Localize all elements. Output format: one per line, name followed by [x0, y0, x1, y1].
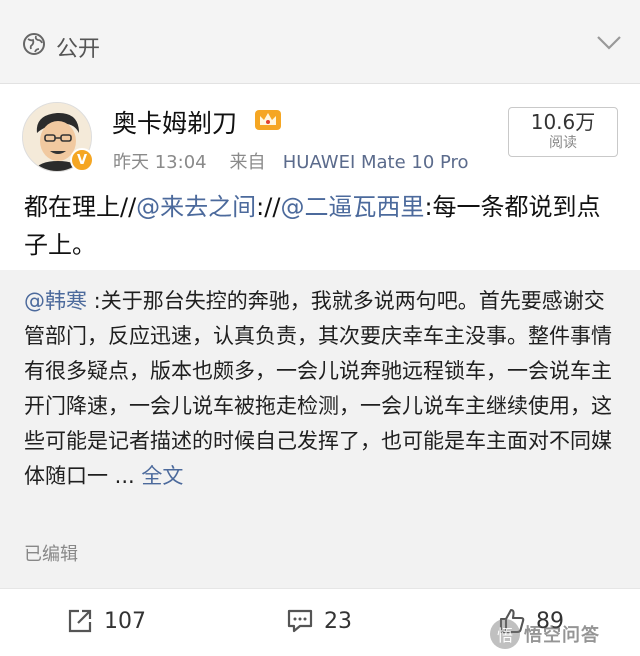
crown-icon [255, 110, 281, 130]
mention-link[interactable]: @二逼瓦西里 [280, 193, 424, 221]
views-label: 阅读 [549, 135, 577, 151]
views-counter: 10.6万 阅读 [508, 107, 618, 157]
comment-icon [287, 609, 313, 633]
globe-icon [23, 33, 45, 55]
author-name[interactable]: 奥卡姆剃刀 [112, 104, 237, 140]
watermark-text: 悟空问答 [524, 625, 600, 646]
repost-button[interactable]: 107 [66, 607, 146, 635]
post-meta: 昨天 13:04 来自 HUAWEI Mate 10 Pro [113, 148, 469, 174]
mention-link[interactable]: @来去之间 [136, 193, 256, 221]
comment-count: 23 [324, 608, 352, 634]
chevron-down-icon[interactable] [596, 34, 622, 52]
verified-badge: V [70, 148, 94, 172]
visibility-label: 公开 [56, 37, 101, 62]
post-text-part: :// [256, 193, 281, 221]
post-text-part: 都在理上// [24, 193, 137, 221]
views-count: 10.6万 [530, 110, 596, 134]
repost-icon [68, 609, 92, 633]
visibility-bar: 公开 [0, 0, 640, 84]
source-prefix: 来自 [229, 152, 266, 173]
full-text-link[interactable]: 全文 [141, 464, 183, 488]
quoted-body: :关于那台失控的奔驰，我就多说两句吧。首先要感谢交管部门，反应迅速，认真负责，其… [24, 289, 612, 488]
comment-button[interactable]: 23 [286, 607, 352, 635]
wukong-logo-icon: 悟 [490, 619, 520, 649]
post-time: 昨天 13:04 [113, 152, 207, 173]
post-text: 都在理上//@来去之间://@二逼瓦西里:每一条都说到点子上。 [24, 188, 624, 264]
quoted-text: @韩寒 :关于那台失控的奔驰，我就多说两句吧。首先要感谢交管部门，反应迅速，认真… [24, 284, 620, 494]
device-source[interactable]: HUAWEI Mate 10 Pro [283, 152, 469, 173]
quoted-post[interactable]: @韩寒 :关于那台失控的奔驰，我就多说两句吧。首先要感谢交管部门，反应迅速，认真… [0, 270, 640, 588]
repost-count: 107 [104, 608, 146, 634]
quoted-author-link[interactable]: @韩寒 [24, 289, 87, 313]
watermark: 悟 悟空问答 [490, 612, 640, 656]
edited-label: 已编辑 [24, 544, 78, 565]
